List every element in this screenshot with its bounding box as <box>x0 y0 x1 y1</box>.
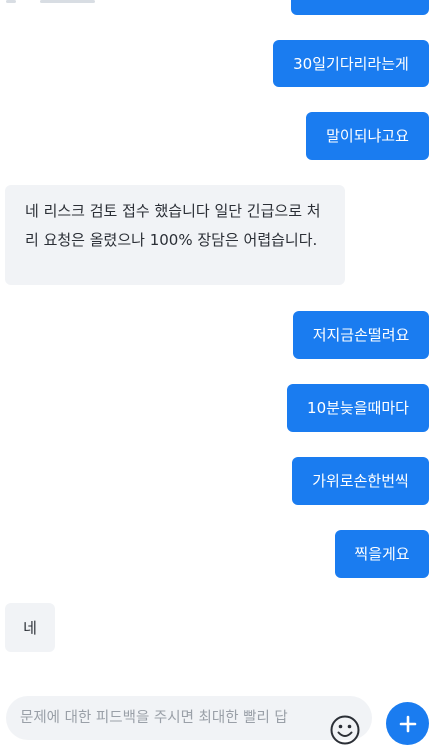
cut-off-header <box>0 0 120 6</box>
outgoing-message-bubble: 30일기다리라는게 <box>273 40 429 87</box>
message-input[interactable] <box>20 696 320 740</box>
plus-icon <box>399 715 416 732</box>
outgoing-message-bubble: 찍을게요 <box>335 530 429 578</box>
cut-off-message-bubble <box>291 0 429 15</box>
message-text: 네 <box>23 618 37 637</box>
emoji-button[interactable] <box>329 714 361 746</box>
outgoing-message-bubble: 말이되냐고요 <box>306 112 429 160</box>
outgoing-message-bubble: 10분늦을때마다 <box>287 384 429 432</box>
chat-screen: 30일기다리라는게 말이되냐고요 네 리스크 검토 접수 했습니다 일단 긴급으… <box>0 0 436 749</box>
smiley-face-icon <box>330 715 360 745</box>
message-text: 30일기다리라는게 <box>293 54 409 73</box>
message-text: 네 리스크 검토 접수 했습니다 일단 긴급으로 처리 요청은 올렸으나 100… <box>25 202 321 249</box>
message-text: 가위로손한번씩 <box>312 472 409 490</box>
message-text: 저지금손떨려요 <box>312 326 410 344</box>
message-text: 찍을게요 <box>354 545 410 563</box>
message-composer <box>0 690 436 749</box>
outgoing-message-bubble: 저지금손떨려요 <box>293 311 429 359</box>
message-input-container[interactable] <box>6 696 372 740</box>
incoming-message-bubble: 네 <box>5 603 55 652</box>
incoming-message-bubble: 네 리스크 검토 접수 했습니다 일단 긴급으로 처리 요청은 올렸으나 100… <box>5 185 345 285</box>
message-text: 말이되냐고요 <box>326 127 409 145</box>
outgoing-message-bubble: 가위로손한번씩 <box>292 457 429 505</box>
add-button[interactable] <box>386 702 429 745</box>
message-text: 10분늦을때마다 <box>307 399 409 417</box>
